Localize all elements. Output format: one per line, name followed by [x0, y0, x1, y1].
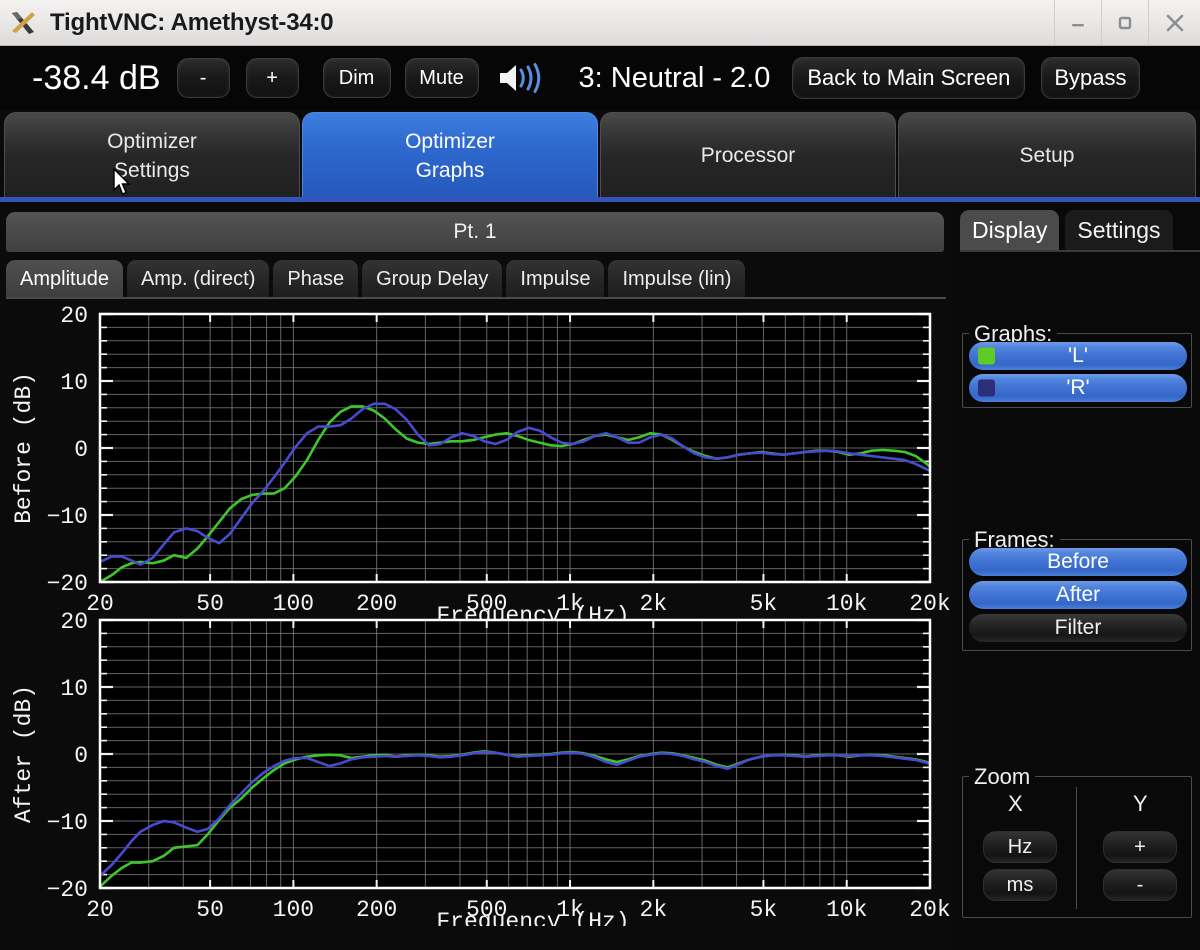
display-sidebar: Display Settings Graphs: 'L' 'R' Frames:…: [952, 204, 1200, 950]
svg-text:Frequency (Hz): Frequency (Hz): [436, 909, 629, 926]
svg-text:2k: 2k: [640, 897, 668, 923]
frame-toggle-before[interactable]: Before: [969, 548, 1187, 576]
svg-text:100: 100: [273, 897, 314, 923]
tab-optimizer-graphs[interactable]: Optimizer Graphs: [302, 112, 598, 200]
zoom-x-ms-button[interactable]: ms: [983, 869, 1057, 901]
zoom-axis-divider: [1076, 787, 1077, 909]
frame-toggle-after[interactable]: After: [969, 581, 1187, 609]
subtab-divider: [6, 297, 946, 299]
subtab-impulse-lin[interactable]: Impulse (lin): [608, 260, 746, 298]
vnc-window: TightVNC: Amethyst-34:0 -38.4 dB - + Dim…: [0, 0, 1200, 950]
mute-button[interactable]: Mute: [404, 58, 479, 98]
svg-text:0: 0: [74, 437, 88, 463]
point-selector-bar[interactable]: Pt. 1: [6, 212, 944, 252]
svg-text:10: 10: [60, 370, 88, 396]
svg-text:Before (dB): Before (dB): [11, 372, 37, 524]
tab-setup[interactable]: Setup: [898, 112, 1196, 200]
tab-optimizer-settings[interactable]: Optimizer Settings: [4, 112, 300, 200]
x-window-icon: [8, 8, 38, 38]
zoom-y-label: Y: [1133, 791, 1148, 816]
svg-text:20: 20: [60, 609, 88, 635]
graph-sub-tab-bar: Amplitude Amp. (direct) Phase Group Dela…: [6, 260, 946, 298]
window-controls: [1054, 0, 1200, 45]
tab-label-line1: Optimizer: [107, 130, 197, 154]
zoom-x-hz-button[interactable]: Hz: [983, 831, 1057, 863]
svg-text:200: 200: [356, 897, 397, 923]
svg-text:10: 10: [60, 676, 88, 702]
zoom-x-label: X: [1008, 791, 1023, 816]
tab-label-line1: Optimizer: [405, 130, 495, 154]
graph-toggle-l-label: 'L': [1068, 344, 1088, 367]
after-chart[interactable]: 20 10 0 −10 −20 20 50 100 200 500 1k 2k 5k 10k 20k Freq…: [0, 606, 952, 926]
zoom-group-legend: Zoom: [969, 764, 1036, 790]
dim-button[interactable]: Dim: [322, 58, 391, 98]
subtab-amplitude[interactable]: Amplitude: [6, 260, 123, 298]
svg-text:0: 0: [74, 743, 88, 769]
volume-toolbar: -38.4 dB - + Dim Mute 3: Neutral - 2.0 B…: [0, 46, 1200, 110]
sidebar-tab-settings[interactable]: Settings: [1065, 210, 1173, 250]
subtab-amp-direct[interactable]: Amp. (direct): [126, 260, 270, 298]
back-to-main-screen-button[interactable]: Back to Main Screen: [792, 57, 1026, 99]
graphs-group: Graphs: 'L' 'R': [962, 321, 1192, 408]
maximize-button[interactable]: [1101, 0, 1148, 45]
svg-text:10k: 10k: [826, 897, 867, 923]
svg-text:After (dB): After (dB): [11, 685, 37, 823]
svg-text:20: 20: [60, 303, 88, 329]
volume-increase-button[interactable]: +: [245, 58, 299, 98]
volume-readout: -38.4 dB: [32, 58, 161, 97]
graph-r-color-swatch: [978, 379, 995, 397]
zoom-y-decrease-button[interactable]: -: [1103, 869, 1177, 901]
tab-label-line1: Processor: [700, 144, 796, 168]
svg-text:−20: −20: [47, 877, 88, 903]
volume-decrease-button[interactable]: -: [176, 58, 230, 98]
graph-toggle-r-label: 'R': [1066, 376, 1090, 399]
close-button[interactable]: [1148, 0, 1200, 45]
subtab-phase[interactable]: Phase: [273, 260, 359, 298]
preset-readout: 3: Neutral - 2.0: [578, 61, 771, 94]
svg-text:−10: −10: [47, 810, 88, 836]
speaker-volume-icon[interactable]: [497, 61, 545, 95]
svg-text:5k: 5k: [750, 897, 778, 923]
frame-toggle-filter[interactable]: Filter: [969, 614, 1187, 642]
window-titlebar: TightVNC: Amethyst-34:0: [0, 0, 1200, 46]
before-chart[interactable]: 20 10 0 −10 −20 20 50 100 200 500 1k 2k 5k 10k 20k Freq…: [0, 300, 952, 620]
tab-processor[interactable]: Processor: [600, 112, 896, 200]
minimize-button[interactable]: [1054, 0, 1101, 45]
svg-text:50: 50: [196, 897, 224, 923]
graph-toggle-l[interactable]: 'L': [969, 342, 1187, 370]
sidebar-tab-display[interactable]: Display: [960, 210, 1060, 250]
frames-group: Frames: Before After Filter: [962, 527, 1192, 651]
graph-panel: Pt. 1 Amplitude Amp. (direct) Phase Grou…: [0, 204, 952, 950]
window-title: TightVNC: Amethyst-34:0: [50, 8, 334, 36]
tab-label-line1: Setup: [1019, 144, 1075, 168]
graph-toggle-r[interactable]: 'R': [969, 374, 1187, 402]
subtab-impulse[interactable]: Impulse: [506, 260, 605, 298]
bypass-button[interactable]: Bypass: [1041, 57, 1140, 99]
sidebar-tab-bar: Display Settings: [952, 210, 1173, 250]
tab-label-line2: Graphs: [415, 158, 485, 182]
mouse-cursor: [112, 167, 134, 198]
svg-text:20k: 20k: [909, 897, 950, 923]
svg-text:20: 20: [86, 897, 114, 923]
svg-text:−20: −20: [47, 571, 88, 597]
main-tab-bar: Optimizer Settings Optimizer Graphs Proc…: [0, 112, 1200, 200]
zoom-group: Zoom X Y Hz ms + -: [962, 764, 1192, 918]
subtab-group-delay[interactable]: Group Delay: [362, 260, 503, 298]
sidebar-tab-divider: [960, 250, 1200, 252]
svg-text:−10: −10: [47, 504, 88, 530]
tab-underline-divider: [0, 197, 1200, 202]
graph-l-color-swatch: [978, 347, 995, 365]
zoom-y-increase-button[interactable]: +: [1103, 831, 1177, 863]
